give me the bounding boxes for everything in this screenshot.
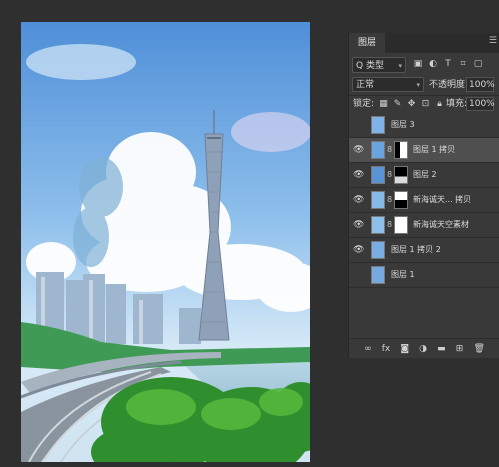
group-icon[interactable]: ▬ bbox=[437, 344, 446, 354]
eye-icon[interactable]: 👁︎ bbox=[353, 245, 364, 255]
blend-mode-value: 正常 bbox=[356, 80, 375, 90]
artwork-image bbox=[21, 22, 310, 462]
layer-row[interactable]: 👁︎ 8 新海诚天... 拷贝 bbox=[349, 188, 499, 213]
layer-thumbnail bbox=[371, 241, 385, 259]
layer-thumbnail bbox=[371, 116, 385, 134]
layer-row-selected[interactable]: 👁︎ 8 图层 1 拷贝 bbox=[349, 138, 499, 163]
visibility-off-icon[interactable] bbox=[353, 270, 363, 280]
opacity-label: 不透明度: bbox=[429, 80, 469, 90]
smart-object-filter-icon[interactable]: ▢ bbox=[473, 58, 483, 70]
layer-row[interactable]: 图层 1 bbox=[349, 263, 499, 288]
layer-name: 图层 1 bbox=[391, 270, 415, 279]
panel-tab-bar: 图层 ☰ bbox=[349, 33, 499, 53]
eye-icon[interactable]: 👁︎ bbox=[353, 195, 364, 205]
eye-icon[interactable]: 👁︎ bbox=[353, 145, 364, 155]
lock-paint-icon[interactable]: ✎ bbox=[393, 98, 402, 110]
adjustment-icon[interactable]: ◑ bbox=[419, 344, 427, 354]
eye-icon[interactable]: 👁︎ bbox=[353, 220, 364, 230]
fill-label: 填充: bbox=[446, 99, 468, 109]
layer-thumbnail bbox=[371, 191, 385, 209]
layer-name: 新海诚天空素材 bbox=[413, 220, 469, 229]
blend-mode-select[interactable]: 正常 ▾ bbox=[352, 77, 424, 92]
fill-input[interactable]: 100% bbox=[466, 97, 495, 111]
link-icon: 8 bbox=[387, 220, 393, 229]
layers-panel: 图层 ☰ Q 类型 ▾ ▣ ◐ T ⌗ ▢ 正常 ▾ 不透明度: 100% 锁定… bbox=[348, 33, 499, 358]
layer-row[interactable]: 👁︎ 8 图层 2 bbox=[349, 163, 499, 188]
opacity-input[interactable]: 100% bbox=[466, 77, 495, 92]
chevron-down-icon: ▾ bbox=[416, 81, 420, 89]
layer-name: 图层 1 拷贝 bbox=[413, 145, 456, 154]
link-icon: 8 bbox=[387, 195, 393, 204]
layer-thumbnail bbox=[371, 166, 385, 184]
layer-name: 图层 2 bbox=[413, 170, 437, 179]
lock-label: 锁定: bbox=[353, 99, 375, 109]
layer-thumbnail bbox=[371, 266, 385, 284]
panel-menu-icon[interactable]: ☰ bbox=[489, 36, 497, 46]
lock-artboard-icon[interactable]: ⊡ bbox=[421, 98, 430, 110]
link-icon: 8 bbox=[387, 170, 393, 179]
link-icon: 8 bbox=[387, 145, 393, 154]
add-mask-icon[interactable]: ◙ bbox=[400, 344, 409, 354]
link-icon[interactable]: ∞ bbox=[364, 344, 372, 354]
fx-icon[interactable]: fx bbox=[382, 344, 391, 354]
layer-row[interactable]: 👁︎ 图层 1 拷贝 2 bbox=[349, 238, 499, 263]
layer-name: 新海诚天... 拷贝 bbox=[413, 195, 472, 204]
layer-thumbnail bbox=[371, 141, 385, 159]
lock-transparent-icon[interactable]: ▦ bbox=[379, 98, 388, 110]
eye-icon[interactable]: 👁︎ bbox=[353, 170, 364, 180]
shape-filter-icon[interactable]: ⌗ bbox=[458, 58, 468, 70]
tab-layers[interactable]: 图层 bbox=[349, 33, 385, 53]
layer-name: 图层 1 拷贝 2 bbox=[391, 245, 441, 254]
visibility-off-icon[interactable] bbox=[353, 120, 363, 130]
filter-kind-select[interactable]: Q 类型 ▾ bbox=[352, 57, 406, 73]
canvas-document[interactable] bbox=[21, 22, 310, 462]
lock-row: 锁定: ▦ ✎ ✥ ⊡ 🔒︎ 填充: 100% bbox=[349, 95, 499, 112]
layer-thumbnail bbox=[371, 216, 385, 234]
layer-filter-row: Q 类型 ▾ ▣ ◐ T ⌗ ▢ bbox=[349, 57, 499, 75]
layer-mask-thumbnail[interactable] bbox=[394, 191, 408, 209]
lock-all-icon[interactable]: 🔒︎ bbox=[435, 98, 444, 110]
layer-mask-thumbnail[interactable] bbox=[394, 166, 408, 184]
chevron-down-icon: ▾ bbox=[398, 62, 402, 70]
lock-position-icon[interactable]: ✥ bbox=[407, 98, 416, 110]
new-layer-icon[interactable]: ⊞ bbox=[456, 344, 464, 354]
panel-footer: ∞ fx ◙ ◑ ▬ ⊞ 🗑︎ bbox=[349, 338, 499, 358]
filter-kind-label: Q 类型 bbox=[356, 61, 384, 71]
layer-row[interactable]: 👁︎ 8 新海诚天空素材 bbox=[349, 213, 499, 238]
image-filter-icon[interactable]: ▣ bbox=[413, 58, 423, 70]
layer-mask-thumbnail[interactable] bbox=[394, 216, 408, 234]
blend-row: 正常 ▾ 不透明度: 100% bbox=[349, 77, 499, 93]
layer-list: 图层 3 👁︎ 8 图层 1 拷贝 👁︎ 8 图层 2 👁︎ 8 新海诚天...… bbox=[349, 113, 499, 288]
layer-name: 图层 3 bbox=[391, 120, 415, 129]
delete-icon[interactable]: 🗑︎ bbox=[473, 344, 484, 354]
layer-mask-thumbnail[interactable] bbox=[394, 141, 408, 159]
type-filter-icon[interactable]: T bbox=[443, 58, 453, 70]
layer-row[interactable]: 图层 3 bbox=[349, 113, 499, 138]
adjustment-filter-icon[interactable]: ◐ bbox=[428, 58, 438, 70]
